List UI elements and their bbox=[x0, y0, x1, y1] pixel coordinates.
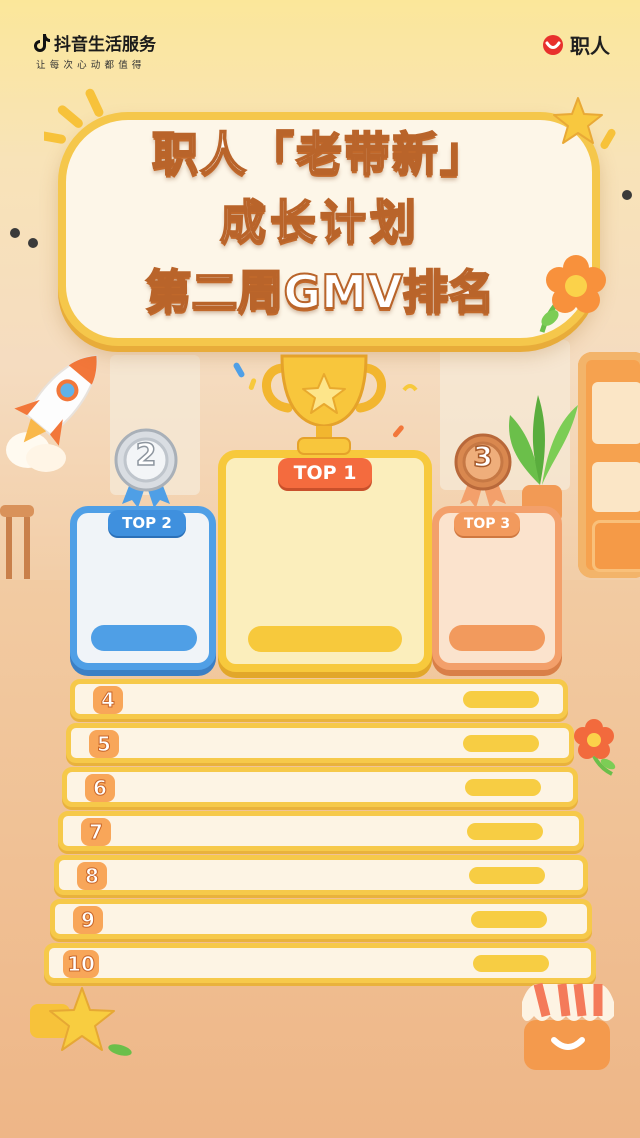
shop-icon bbox=[518, 980, 618, 1072]
brand-title: 抖音生活服务 bbox=[34, 30, 156, 55]
ranking-row-10: 10 bbox=[44, 943, 596, 983]
cabinet-decoration bbox=[578, 352, 640, 578]
star-icon bbox=[28, 984, 138, 1064]
score-bar bbox=[467, 823, 543, 840]
smile-logo-icon bbox=[540, 34, 566, 56]
stool-decoration bbox=[0, 505, 40, 585]
partner-logo: 职人 bbox=[540, 30, 610, 59]
top3-name-bar bbox=[449, 625, 545, 651]
silver-medal-number: 2 bbox=[135, 437, 157, 474]
brand-slogan: 让每次心动都值得 bbox=[36, 60, 146, 71]
score-bar bbox=[465, 779, 541, 796]
rank-number: 9 bbox=[73, 906, 103, 934]
rank-number: 7 bbox=[81, 818, 111, 846]
flower-icon bbox=[530, 252, 614, 338]
sunburst-icon bbox=[594, 128, 624, 158]
ranking-row-8: 8 bbox=[54, 855, 588, 895]
score-bar bbox=[463, 691, 539, 708]
rank-number: 6 bbox=[85, 774, 115, 802]
small-flower-icon bbox=[568, 716, 624, 778]
top1-label: TOP 1 bbox=[278, 458, 372, 488]
score-bar bbox=[463, 735, 539, 752]
rank-number: 8 bbox=[77, 862, 107, 890]
brand-name: 抖音生活服务 bbox=[54, 35, 156, 55]
ranking-row-4: 4 bbox=[70, 679, 568, 719]
rank-number: 5 bbox=[89, 730, 119, 758]
sunburst-icon bbox=[44, 88, 114, 148]
silver-medal-icon: 2 bbox=[110, 428, 182, 508]
score-bar bbox=[471, 911, 547, 928]
ranking-row-6: 6 bbox=[62, 767, 578, 807]
top1-name-bar bbox=[248, 626, 402, 652]
score-bar bbox=[473, 955, 549, 972]
douyin-brand: 抖音生活服务 让每次心动都值得 bbox=[34, 30, 156, 71]
rocket-icon bbox=[6, 338, 106, 478]
bronze-medal-icon: 3 bbox=[450, 432, 516, 512]
ranking-row-7: 7 bbox=[58, 811, 584, 851]
top2-label: TOP 2 bbox=[108, 510, 186, 536]
douyin-logo-icon bbox=[34, 33, 50, 52]
score-bar bbox=[469, 867, 545, 884]
title-line-2: 成长计划 bbox=[219, 194, 420, 250]
ranking-row-9: 9 bbox=[50, 899, 592, 939]
top2-name-bar bbox=[91, 625, 197, 651]
rank-number: 4 bbox=[93, 686, 123, 714]
confetti-icon bbox=[228, 350, 428, 440]
partner-logo-text: 职人 bbox=[570, 34, 610, 58]
top3-label: TOP 3 bbox=[454, 512, 520, 536]
bronze-medal-number: 3 bbox=[473, 439, 494, 474]
rank-number: 10 bbox=[63, 950, 99, 978]
ranking-row-5: 5 bbox=[66, 723, 574, 763]
